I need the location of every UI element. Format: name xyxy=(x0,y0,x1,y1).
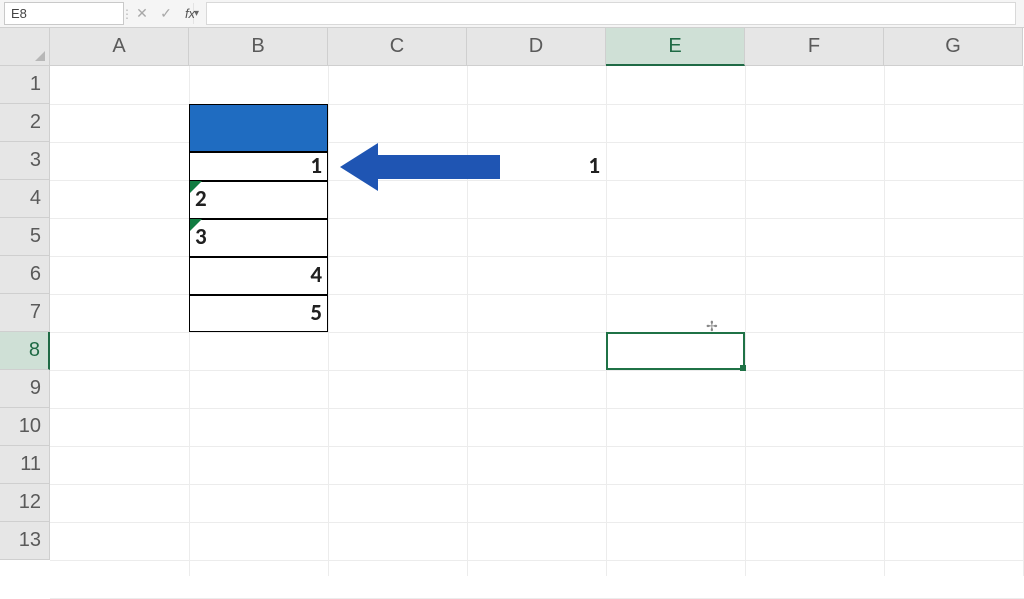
row-header[interactable]: 8 xyxy=(0,332,50,370)
fx-icon[interactable]: fx xyxy=(178,0,202,27)
row-header[interactable]: 10 xyxy=(0,408,50,446)
error-indicator-icon[interactable] xyxy=(190,219,202,231)
row-header[interactable]: 9 xyxy=(0,370,50,408)
column-header[interactable]: G xyxy=(884,28,1023,66)
name-box[interactable]: ▾ xyxy=(4,2,124,25)
filled-cell-b2[interactable] xyxy=(189,104,328,151)
cell-b7[interactable]: 5 xyxy=(189,294,328,332)
arrow-shape[interactable] xyxy=(340,143,500,191)
row-header[interactable]: 4 xyxy=(0,180,50,218)
column-header[interactable]: F xyxy=(745,28,884,66)
cancel-icon[interactable]: ✕ xyxy=(130,0,154,27)
row-header[interactable]: 2 xyxy=(0,104,50,142)
row-header[interactable]: 12 xyxy=(0,484,50,522)
formula-bar: ▾ ⋮ ✕ ✓ fx xyxy=(0,0,1024,28)
column-headers: ABCDEFG xyxy=(50,28,1023,66)
row-header[interactable]: 13 xyxy=(0,522,50,560)
row-header[interactable]: 6 xyxy=(0,256,50,294)
cells-grid[interactable]: 1 2 3 4 5 1 ✢ xyxy=(50,66,1024,576)
cell-b3[interactable]: 1 xyxy=(189,151,328,180)
row-header[interactable]: 3 xyxy=(0,142,50,180)
select-all-corner[interactable] xyxy=(0,28,50,66)
column-header[interactable]: B xyxy=(189,28,328,66)
row-header[interactable]: 7 xyxy=(0,294,50,332)
cell-b5[interactable]: 3 xyxy=(189,218,328,256)
cell-b4[interactable]: 2 xyxy=(189,180,328,218)
spreadsheet-area: ABCDEFG 12345678910111213 1 2 3 4 5 1 ✢ xyxy=(0,28,1024,576)
row-header[interactable]: 11 xyxy=(0,446,50,484)
column-header[interactable]: C xyxy=(328,28,467,66)
column-header[interactable]: A xyxy=(50,28,189,66)
column-header[interactable]: E xyxy=(606,28,745,66)
enter-icon[interactable]: ✓ xyxy=(154,0,178,27)
row-header[interactable]: 5 xyxy=(0,218,50,256)
error-indicator-icon[interactable] xyxy=(190,181,202,193)
column-header[interactable]: D xyxy=(467,28,606,66)
row-header[interactable]: 1 xyxy=(0,66,50,104)
cell-b6[interactable]: 4 xyxy=(189,256,328,294)
row-headers: 12345678910111213 xyxy=(0,66,50,560)
selected-cell[interactable] xyxy=(606,332,745,370)
formula-input[interactable] xyxy=(206,2,1016,25)
